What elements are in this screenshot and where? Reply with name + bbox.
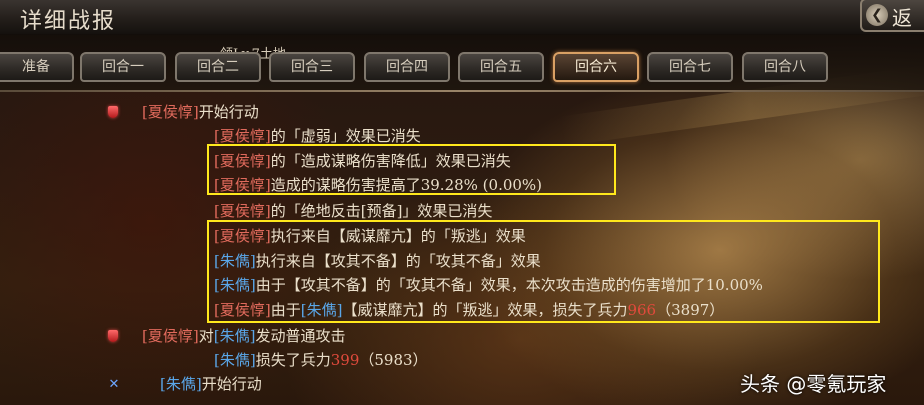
general-name-xiahou: [夏侯惇] bbox=[214, 202, 271, 220]
general-name-xiahou: [夏侯惇] bbox=[142, 327, 199, 345]
page-title: 详细战报 bbox=[20, 9, 117, 34]
log-line: [夏侯惇]对[朱儁]发动普通攻击 bbox=[142, 324, 345, 348]
log-line: [朱儁]损失了兵力399（5983） bbox=[214, 348, 428, 372]
tab-round-2[interactable]: 回合二 bbox=[175, 52, 261, 82]
highlight-box-2 bbox=[207, 220, 880, 323]
log-line: [夏侯惇]开始行动 bbox=[142, 100, 259, 124]
tab-round-4[interactable]: 回合四 bbox=[364, 52, 450, 82]
highlight-box-1 bbox=[207, 144, 616, 195]
tab-round-6[interactable]: 回合六 bbox=[553, 52, 639, 82]
general-name-zhujun: [朱儁] bbox=[160, 375, 202, 393]
back-arrow-icon: ❮ bbox=[866, 4, 888, 26]
watermark: 头条 @零氪玩家 bbox=[740, 372, 887, 396]
back-button-label: 返 bbox=[892, 6, 912, 30]
log-line: [朱儁]开始行动 bbox=[160, 372, 262, 396]
log-text: 发动普通攻击 bbox=[255, 327, 346, 345]
header-bar: 详细战报 ❮ 返 bbox=[0, 0, 924, 35]
blue-crossed-swords-icon: ✕ bbox=[108, 377, 120, 392]
back-button[interactable]: ❮ 返 bbox=[860, 0, 924, 32]
tab-round-3[interactable]: 回合三 bbox=[269, 52, 355, 82]
tab-round-7[interactable]: 回合七 bbox=[647, 52, 733, 82]
tab-round-5[interactable]: 回合五 bbox=[458, 52, 544, 82]
log-text: 损失了兵力 bbox=[255, 351, 331, 369]
tab-round-8[interactable]: 回合八 bbox=[742, 52, 828, 82]
general-name-zhujun: [朱儁] bbox=[213, 327, 256, 345]
log-text: 的「虚弱」效果已消失 bbox=[270, 127, 421, 145]
tab-round-1[interactable]: 回合一 bbox=[80, 52, 166, 82]
red-army-icon bbox=[108, 330, 118, 342]
log-text: 开始行动 bbox=[198, 103, 259, 121]
tab-prepare[interactable]: 准备 bbox=[0, 52, 74, 82]
troop-loss-number: 399 bbox=[330, 351, 360, 369]
log-text: 开始行动 bbox=[201, 375, 262, 393]
round-tab-bar: 领Lv.7土地 准备 回合一 回合二 回合三 回合四 回合五 回合六 回合七 回… bbox=[0, 34, 924, 92]
battle-log: [夏侯惇]开始行动 [夏侯惇]的「虚弱」效果已消失 [夏侯惇]的「造成谋略伤害降… bbox=[0, 92, 924, 405]
general-name-xiahou: [夏侯惇] bbox=[214, 127, 271, 145]
remaining-troops: （5983） bbox=[359, 351, 428, 369]
log-text: 对 bbox=[198, 327, 214, 345]
general-name-xiahou: [夏侯惇] bbox=[142, 103, 199, 121]
log-text: 的「绝地反击[预备]」效果已消失 bbox=[270, 202, 493, 220]
general-name-zhujun: [朱儁] bbox=[214, 351, 256, 369]
red-army-icon bbox=[108, 106, 118, 118]
